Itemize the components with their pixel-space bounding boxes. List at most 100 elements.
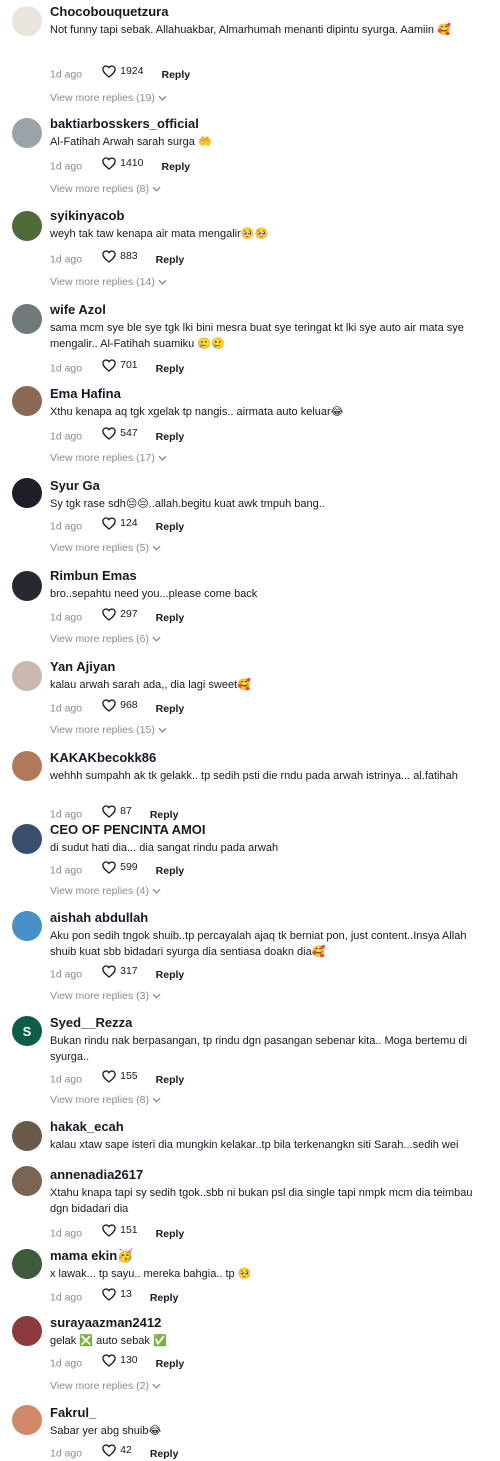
reply-button[interactable]: Reply <box>161 161 190 173</box>
comment-meta: 1d ago 1924 Reply <box>50 64 190 81</box>
comment-username[interactable]: Fakrul_ <box>50 1405 96 1420</box>
like-button[interactable]: 883 <box>102 249 138 263</box>
avatar[interactable] <box>12 304 42 334</box>
comment-username[interactable]: Syur Ga <box>50 478 100 493</box>
reply-button[interactable]: Reply <box>156 703 185 715</box>
avatar[interactable] <box>12 478 42 508</box>
avatar[interactable] <box>12 824 42 854</box>
comment-username[interactable]: annenadia2617 <box>50 1167 143 1182</box>
avatar[interactable]: S <box>12 1016 42 1046</box>
comment-username[interactable]: Yan Ajiyan <box>50 659 115 674</box>
like-count: 87 <box>120 805 132 817</box>
like-button[interactable]: 547 <box>102 426 138 440</box>
reply-button[interactable]: Reply <box>156 363 185 375</box>
avatar[interactable] <box>12 1166 42 1196</box>
reply-button[interactable]: Reply <box>156 1228 185 1240</box>
comment-time: 1d ago <box>50 1291 83 1304</box>
view-more-replies[interactable]: View more replies (17) <box>50 452 167 464</box>
like-button[interactable]: 155 <box>102 1069 138 1083</box>
comment-meta: 1d ago 968 Reply <box>50 698 185 715</box>
comment-meta: 1d ago 155 Reply <box>50 1069 185 1086</box>
avatar[interactable] <box>12 1249 42 1279</box>
comment-meta: 1d ago 87 Reply <box>50 804 179 821</box>
comment-username[interactable]: aishah abdullah <box>50 910 148 925</box>
comment-username[interactable]: KAKAKbecokk86 <box>50 750 156 765</box>
like-button[interactable]: 968 <box>102 698 138 712</box>
view-more-replies[interactable]: View more replies (14) <box>50 276 167 288</box>
like-button[interactable]: 297 <box>102 607 138 621</box>
reply-button[interactable]: Reply <box>156 865 185 877</box>
comment-text: gelak ❎ auto sebak ✅ <box>50 1335 167 1347</box>
comment-username[interactable]: Rimbun Emas <box>50 568 137 583</box>
avatar[interactable] <box>12 661 42 691</box>
reply-button[interactable]: Reply <box>150 1292 179 1304</box>
view-more-replies[interactable]: View more replies (6) <box>50 633 161 645</box>
like-button[interactable]: 599 <box>102 860 138 874</box>
reply-button[interactable]: Reply <box>156 1074 185 1086</box>
comment-username[interactable]: Ema Hafina <box>50 386 121 401</box>
comment-username[interactable]: baktiarbosskers_official <box>50 116 199 131</box>
comment-username[interactable]: Chocobouquetzura <box>50 4 168 19</box>
reply-button[interactable]: Reply <box>156 1358 185 1370</box>
comment-time: 1d ago <box>50 702 83 715</box>
comment-meta: 1d ago 599 Reply <box>50 860 185 877</box>
like-button[interactable]: 1410 <box>102 156 143 170</box>
avatar[interactable] <box>12 118 42 148</box>
like-button[interactable]: 13 <box>102 1287 132 1301</box>
comment-text: di sudut hati dia... dia sangat rindu pa… <box>50 842 279 854</box>
comment-username[interactable]: syikinyacob <box>50 208 124 223</box>
like-button[interactable]: 124 <box>102 516 138 530</box>
like-count: 968 <box>120 699 138 711</box>
view-more-replies[interactable]: View more replies (3) <box>50 990 161 1002</box>
comment-meta: 1d ago 13 Reply <box>50 1287 179 1304</box>
reply-button[interactable]: Reply <box>150 809 179 821</box>
avatar[interactable] <box>12 751 42 781</box>
like-button[interactable]: 1924 <box>102 64 143 78</box>
view-more-replies[interactable]: View more replies (4) <box>50 885 161 897</box>
avatar[interactable] <box>12 211 42 241</box>
comment-username[interactable]: CEO OF PENCINTA AMOI <box>50 822 206 837</box>
avatar[interactable] <box>12 571 42 601</box>
comment-username[interactable]: surayaazman2412 <box>50 1315 161 1330</box>
view-more-replies[interactable]: View more replies (15) <box>50 724 167 736</box>
comment-time: 1d ago <box>50 430 83 443</box>
comment-username[interactable]: hakak_ecah <box>50 1119 124 1134</box>
chevron-down-icon <box>155 452 167 464</box>
reply-button[interactable]: Reply <box>150 1448 179 1460</box>
heart-icon <box>102 698 120 712</box>
comment-username[interactable]: mama ekin🥳 <box>50 1248 133 1264</box>
view-more-replies[interactable]: View more replies (8) <box>50 183 161 195</box>
like-button[interactable]: 130 <box>102 1353 138 1367</box>
like-count: 151 <box>120 1224 138 1236</box>
like-button[interactable]: 151 <box>102 1223 138 1237</box>
reply-button[interactable]: Reply <box>161 69 190 81</box>
comment-meta: 1d ago 883 Reply <box>50 249 185 266</box>
avatar[interactable] <box>12 1316 42 1346</box>
view-more-label: View more replies (15) <box>50 724 155 736</box>
reply-button[interactable]: Reply <box>156 431 185 443</box>
chevron-down-icon <box>155 92 167 104</box>
comment-time: 1d ago <box>50 808 83 821</box>
avatar[interactable] <box>12 911 42 941</box>
avatar[interactable] <box>12 1405 42 1435</box>
reply-button[interactable]: Reply <box>156 521 185 533</box>
view-more-replies[interactable]: View more replies (19) <box>50 92 167 104</box>
reply-button[interactable]: Reply <box>156 612 185 624</box>
like-button[interactable]: 317 <box>102 964 138 978</box>
reply-button[interactable]: Reply <box>156 969 185 981</box>
comment-time: 1d ago <box>50 611 83 624</box>
avatar[interactable] <box>12 386 42 416</box>
avatar[interactable] <box>12 6 42 36</box>
like-button[interactable]: 87 <box>102 804 132 818</box>
like-button[interactable]: 42 <box>102 1443 132 1457</box>
view-more-replies[interactable]: View more replies (5) <box>50 542 161 554</box>
view-more-replies[interactable]: View more replies (8) <box>50 1094 161 1106</box>
heart-icon <box>102 1443 120 1457</box>
reply-button[interactable]: Reply <box>156 254 185 266</box>
comment-username[interactable]: wife Azol <box>50 302 106 317</box>
view-more-replies[interactable]: View more replies (2) <box>50 1380 161 1392</box>
like-count: 124 <box>120 517 138 529</box>
like-button[interactable]: 701 <box>102 358 138 372</box>
comment-username[interactable]: Syed__Rezza <box>50 1015 132 1030</box>
avatar[interactable] <box>12 1121 42 1151</box>
